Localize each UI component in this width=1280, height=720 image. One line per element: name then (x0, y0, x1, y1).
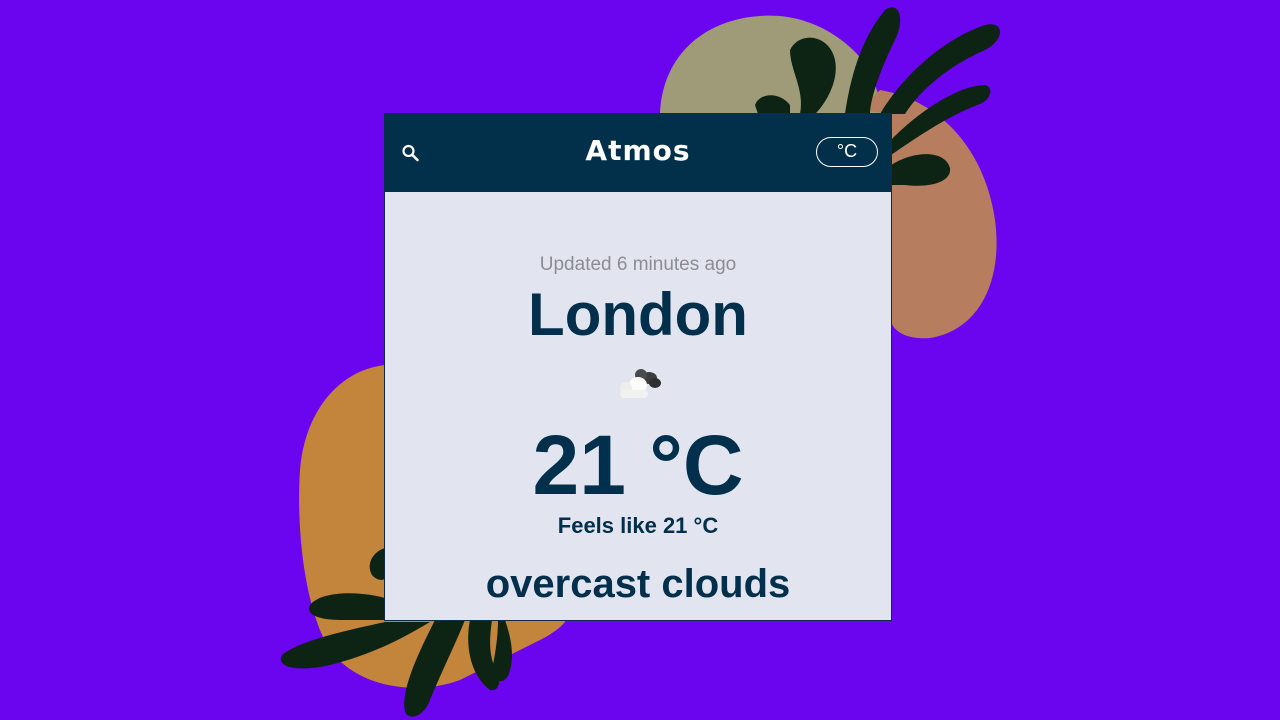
temperature-value: 21 °C (532, 418, 744, 512)
last-updated-text: Updated 6 minutes ago (539, 254, 737, 275)
unit-toggle-button[interactable]: °C (816, 137, 878, 167)
weather-card: Atmos °C Updated 6 minutes ago London 21… (385, 114, 891, 620)
feels-like-text: Feels like 21 °C (557, 513, 719, 538)
app-header: Atmos °C (385, 114, 891, 192)
city-name: London (528, 281, 748, 348)
weather-description: overcast clouds (485, 562, 791, 606)
overcast-clouds-icon (620, 369, 661, 398)
